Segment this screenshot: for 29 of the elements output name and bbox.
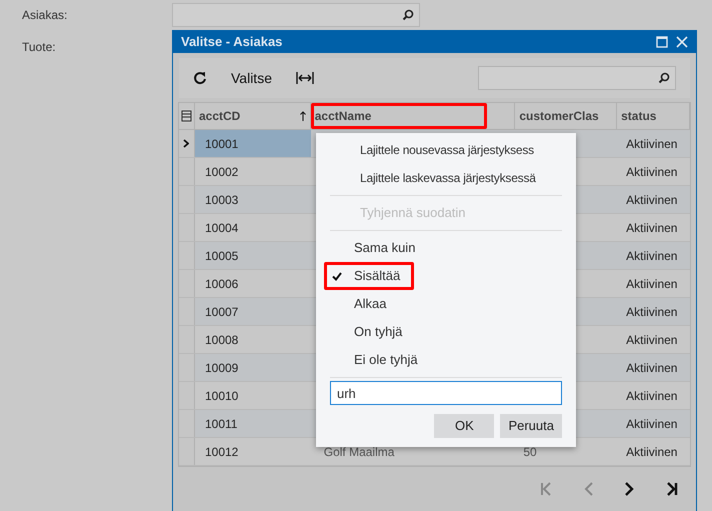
table-cell-text: 10005 — [204, 248, 240, 264]
table-cell-text: Aktiivinen — [625, 220, 678, 236]
field-label: Asiakas: — [22, 7, 68, 24]
table-cell-text: Aktiivinen — [625, 416, 678, 432]
table-cell: 10001 — [194, 130, 311, 157]
table-cell-text: Aktiivinen — [625, 164, 678, 180]
table-cell-text: 10010 — [204, 388, 240, 404]
table-cell-text: 50 — [523, 444, 537, 460]
field-label: Tuote: — [22, 39, 57, 56]
table-cell-text: 10006 — [204, 276, 240, 292]
table-cell-text: 10007 — [204, 304, 240, 320]
table-cell-text: 10011 — [204, 416, 238, 432]
table-cell-text: 10012 — [204, 444, 240, 460]
table-cell-text: Aktiivinen — [625, 136, 678, 152]
table-cell-text: Aktiivinen — [625, 192, 678, 208]
table-cell-text: Aktiivinen — [625, 304, 678, 320]
table-cell-text: 10008 — [204, 332, 240, 348]
table-cell-text: Aktiivinen — [625, 248, 678, 264]
table-cell-text: Aktiivinen — [625, 332, 678, 348]
table-cell-text: 10002 — [204, 164, 240, 180]
table-cell-text: 10004 — [204, 220, 240, 236]
table-cell-text: 10009 — [204, 360, 240, 376]
table-cell-text: Aktiivinen — [625, 388, 678, 404]
table-cell-text: Aktiivinen — [625, 444, 678, 460]
table-cell-text: Golf Maailma — [324, 444, 394, 460]
table-cell-text: Aktiivinen — [625, 360, 678, 376]
dialog-title: Valitse - Asiakas — [181, 33, 282, 52]
table-cell-text: Aktiivinen — [625, 276, 678, 292]
table-cell-text: 10003 — [204, 192, 240, 208]
